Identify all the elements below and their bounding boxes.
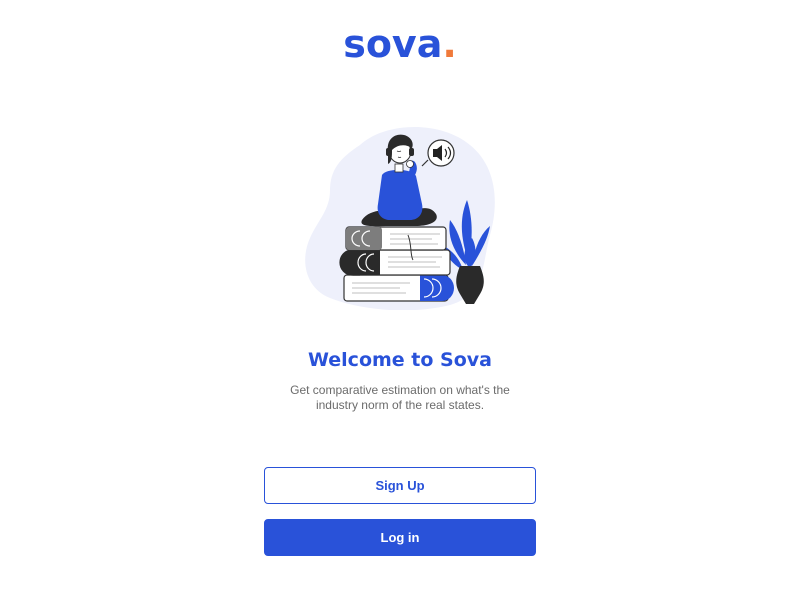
sova-logo: sova. <box>0 22 800 66</box>
logo-text: sova <box>343 22 443 66</box>
sign-up-button[interactable]: Sign Up <box>264 467 536 504</box>
book-middle <box>339 249 451 276</box>
logo-dot: . <box>442 22 457 66</box>
book-bottom <box>343 274 454 302</box>
subtitle-line-2: industry norm of the real states. <box>315 398 485 412</box>
subtitle-line-1: Get comparative estimation on what's the <box>290 383 510 397</box>
welcome-subtitle: Get comparative estimation on what's the… <box>270 383 530 413</box>
log-in-button[interactable]: Log in <box>264 519 536 556</box>
welcome-title: Welcome to Sova <box>308 349 492 371</box>
welcome-screen: sova. Welcome to Sova Get comparative es… <box>0 0 800 600</box>
reading-person-illustration <box>305 127 495 310</box>
book-top <box>345 226 447 251</box>
